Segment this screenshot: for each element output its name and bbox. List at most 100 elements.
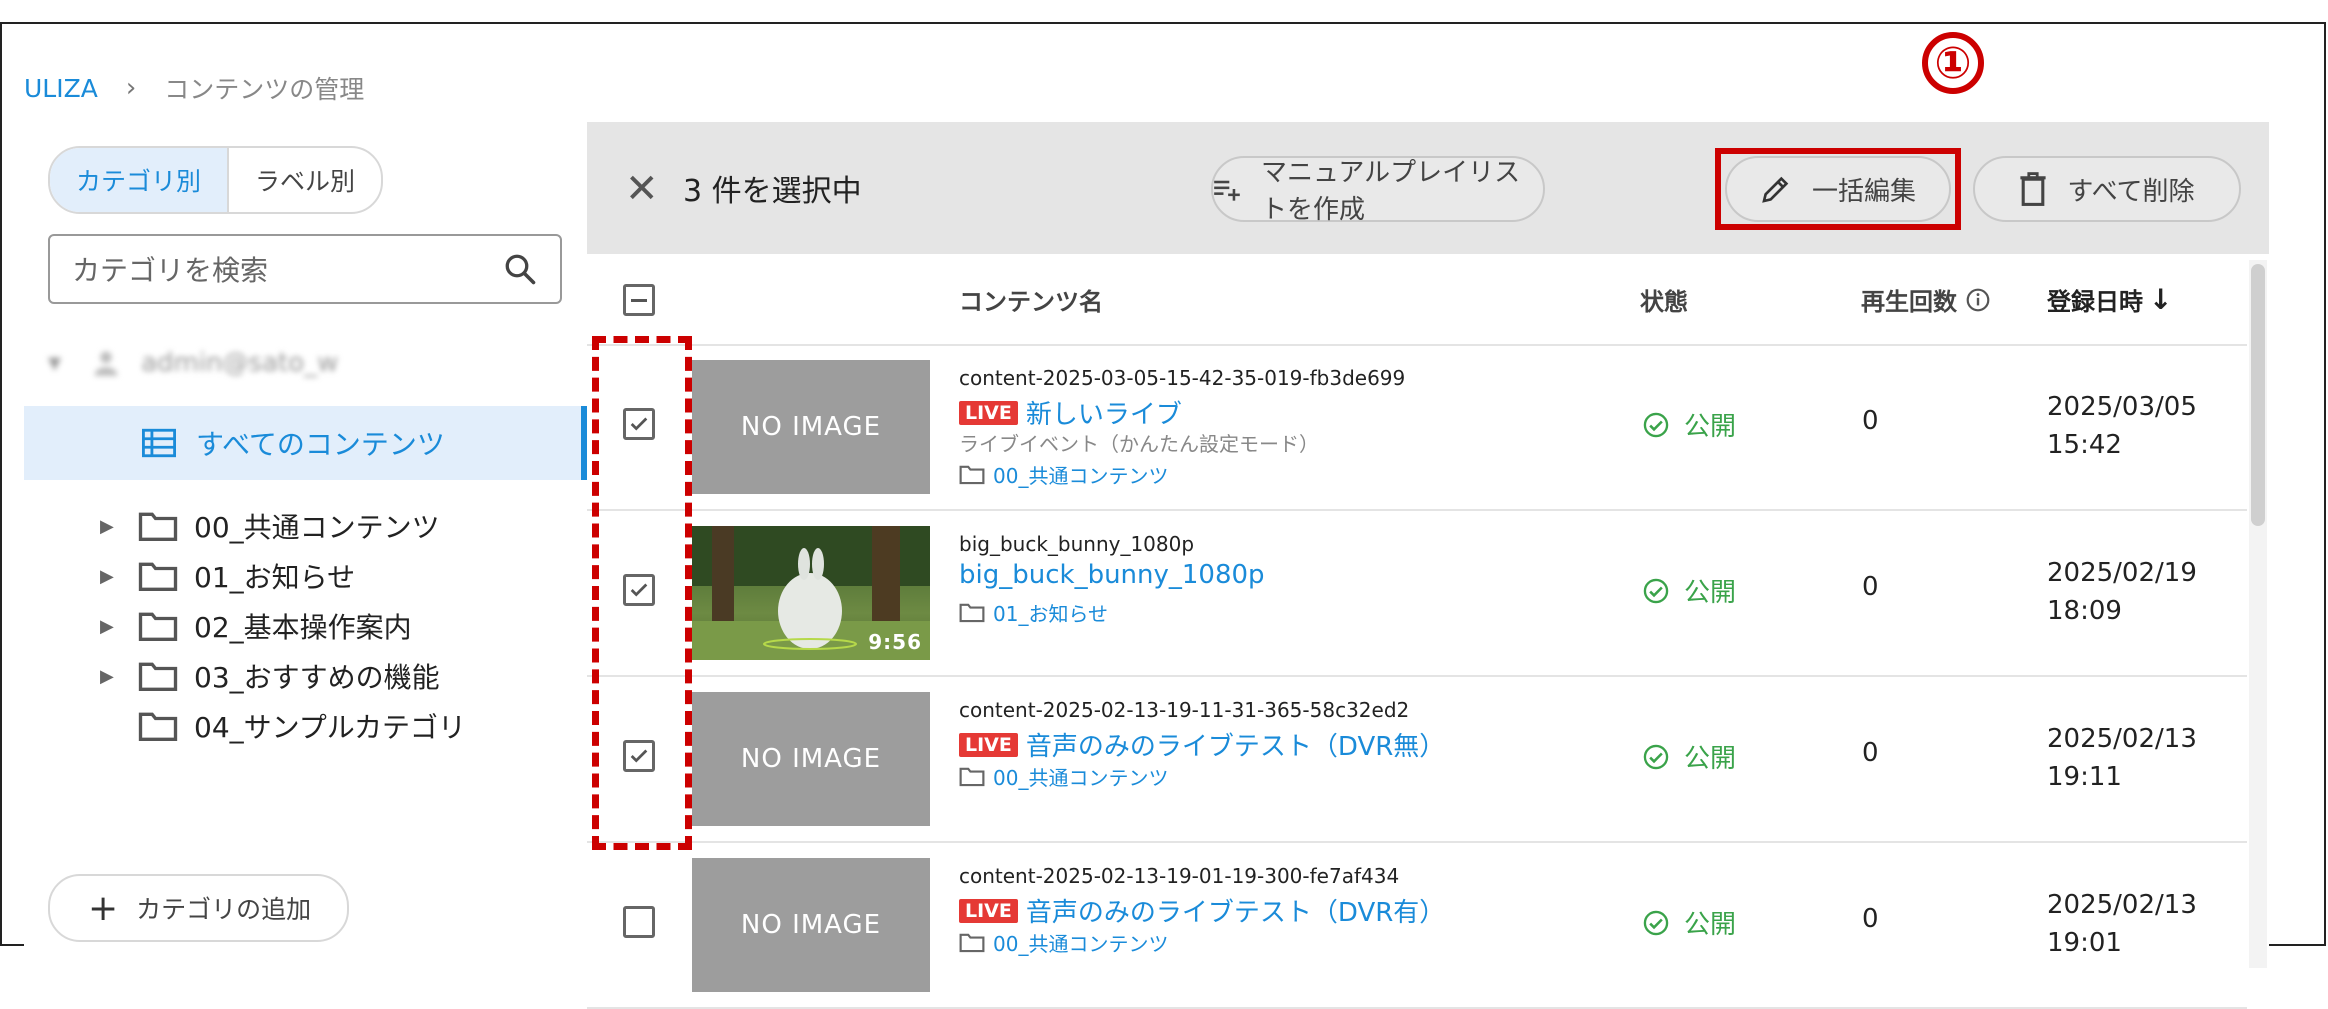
registered-datetime: 2025/03/05 15:42 [2047,388,2197,464]
expand-icon[interactable]: ▶ [100,566,114,587]
folder-label: 00_共通コンテンツ [993,932,1169,956]
check-circle-icon [1643,578,1669,603]
status-label: 公開 [1684,412,1737,442]
tree-item-all-contents[interactable]: すべてのコンテンツ [24,406,587,480]
check-circle-icon [1643,744,1669,769]
breadcrumb-root-link[interactable]: ULIZA [24,74,98,103]
expand-icon[interactable]: ▶ [100,516,114,537]
check-circle-icon [1643,412,1669,437]
add-category-label: カテゴリの追加 [136,895,312,924]
folder-icon [959,767,985,787]
status-label: 公開 [1684,578,1737,608]
status-badge: 公開 [1642,904,1736,941]
live-badge: LIVE [959,732,1018,757]
content-title: 新しいライブ [1025,400,1182,430]
user-icon [94,351,118,376]
scrollbar-thumb[interactable] [2251,264,2265,526]
tree-item-label: 01_お知らせ [194,561,356,594]
video-thumbnail[interactable]: 9:56 [692,526,930,660]
close-icon[interactable]: ✕ [625,166,659,212]
content-title-link[interactable]: LIVE 音声のみのライブテスト（DVR無） [959,726,1445,763]
registered-time: 19:01 [2047,928,2122,958]
registered-datetime: 2025/02/13 19:11 [2047,720,2197,796]
content-title: 音声のみのライブテスト（DVR無） [1025,732,1446,762]
folder-label: 00_共通コンテンツ [993,766,1169,790]
content-folder-link[interactable]: 01_お知らせ [959,598,1108,627]
content-title-link[interactable]: LIVE 音声のみのライブテスト（DVR有） [959,892,1445,929]
breadcrumb: ULIZA › コンテンツの管理 [24,68,364,108]
tree-user-node[interactable]: ▾ admin@sato_w [48,338,338,388]
content-id: content-2025-02-13-19-11-31-365-58c32ed2 [959,698,1410,722]
registered-datetime: 2025/02/19 18:09 [2047,554,2197,630]
tree-item-label: 03_おすすめの機能 [194,661,440,694]
tab-by-category[interactable]: カテゴリ別 [50,148,230,212]
tree-item-label: 00_共通コンテンツ [194,511,440,544]
play-count: 0 [1862,738,1879,768]
row-checkbox[interactable] [623,906,655,938]
folder-icon [959,603,985,623]
tab-by-label[interactable]: ラベル別 [229,148,381,212]
table-row[interactable]: NO IMAGE content-2025-02-13-19-11-31-365-… [587,676,2247,843]
list-icon [142,428,176,458]
registered-date: 2025/03/05 [2047,392,2197,422]
expand-icon[interactable]: ▶ [100,616,114,637]
view-toggle: カテゴリ別 ラベル別 [48,146,384,214]
content-subtitle: ライブイベント（かんたん設定モード） [959,432,1319,456]
table-row[interactable]: 9:56 big_buck_bunny_1080p big_buck_bunny_… [587,510,2247,677]
content-folder-link[interactable]: 00_共通コンテンツ [959,928,1168,957]
search-icon[interactable] [502,251,538,287]
indeterminate-mark [631,298,647,302]
trash-icon [2020,172,2047,206]
content-id: big_buck_bunny_1080p [959,532,1195,556]
arrow-down-icon: ↓ [2149,283,2173,316]
registered-time: 15:42 [2047,430,2122,460]
selected-count: 3 件を選択中 [683,174,862,209]
header-content-name[interactable]: コンテンツ名 [959,282,1103,317]
tree-item-all-label: すべてのコンテンツ [196,428,445,461]
folder-icon [138,712,178,741]
select-all-checkbox[interactable] [623,284,655,316]
expand-icon[interactable]: ▶ [100,666,114,687]
tree-user-label: admin@sato_w [141,348,339,378]
plus-icon: + [88,887,119,929]
info-icon[interactable] [1965,287,1991,313]
folder-icon [959,933,985,953]
collapse-icon[interactable]: ▾ [48,348,61,378]
table-row[interactable]: NO IMAGE content-2025-02-13-19-01-19-300-… [587,842,2247,1009]
live-badge: LIVE [959,898,1018,923]
tree-item-category[interactable]: 04_サンプルカテゴリ [24,696,466,756]
tree-item-label: 02_基本操作案内 [194,611,412,644]
content-title-link[interactable]: big_buck_bunny_1080p [959,560,1265,590]
delete-all-button[interactable]: すべて削除 [1973,156,2241,222]
table-row[interactable]: NO IMAGE content-2025-03-05-15-42-35-019-… [587,344,2247,511]
thumbnail-placeholder[interactable]: NO IMAGE [692,360,930,494]
add-category-button[interactable]: + カテゴリの追加 [48,874,350,942]
folder-icon [138,512,178,541]
content-main: ✕ 3 件を選択中 マニュアルプレイリストを作成 一括編集 すべて削除 コンテン… [587,122,2269,1009]
header-plays[interactable]: 再生回数 [1861,282,1991,317]
header-status[interactable]: 状態 [1640,282,1688,317]
header-registered[interactable]: 登録日時 ↓ [2047,282,2172,317]
video-duration: 9:56 [868,630,922,654]
search-placeholder: カテゴリを検索 [72,254,269,287]
delete-all-label: すべて削除 [2067,176,2195,207]
folder-icon [959,465,985,485]
folder-label: 01_お知らせ [993,602,1109,626]
create-playlist-button[interactable]: マニュアルプレイリストを作成 [1211,156,1545,225]
category-search-input[interactable]: カテゴリを検索 [48,234,562,304]
table-header: コンテンツ名 状態 再生回数 登録日時 ↓ [587,254,2247,346]
content-folder-link[interactable]: 00_共通コンテンツ [959,762,1168,791]
content-id: content-2025-03-05-15-42-35-019-fb3de699 [959,366,1406,390]
content-title-link[interactable]: LIVE 新しいライブ [959,394,1182,431]
registered-time: 18:09 [2047,596,2122,626]
playlist-add-icon [1214,180,1240,201]
registered-date: 2025/02/19 [2047,558,2197,588]
content-folder-link[interactable]: 00_共通コンテンツ [959,460,1168,489]
screenshot-frame: ULIZA › コンテンツの管理 カテゴリ別 ラベル別 カテゴリを検索 ▾ ad… [0,22,2326,1009]
registered-date: 2025/02/13 [2047,724,2197,754]
thumbnail-placeholder[interactable]: NO IMAGE [692,692,930,826]
registered-time: 19:11 [2047,762,2122,792]
play-count: 0 [1862,406,1879,436]
status-badge: 公開 [1642,406,1736,443]
thumbnail-placeholder[interactable]: NO IMAGE [692,858,930,992]
